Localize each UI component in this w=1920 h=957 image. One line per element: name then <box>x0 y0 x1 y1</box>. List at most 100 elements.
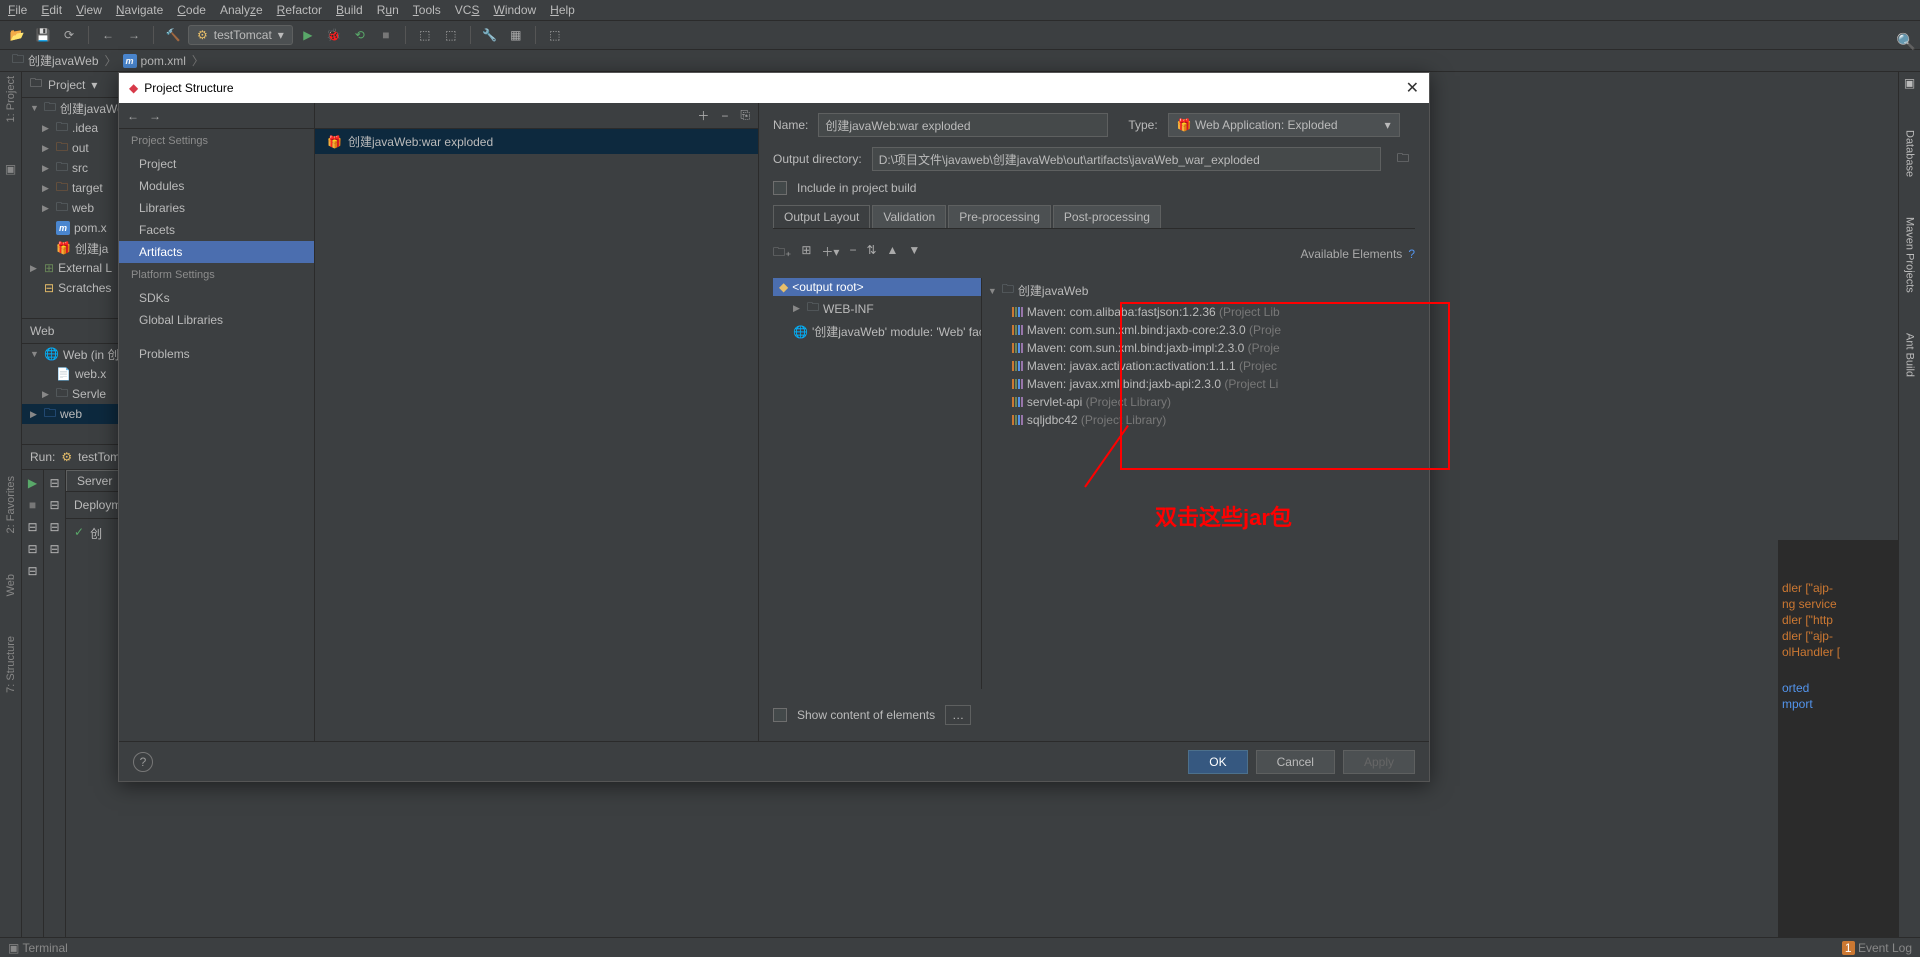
show-content-checkbox[interactable] <box>773 708 787 722</box>
forward-icon[interactable]: → <box>123 24 145 46</box>
tool-icon[interactable]: ⊟ <box>49 542 59 556</box>
tool-icon[interactable]: ⊟ <box>49 520 59 534</box>
search-icon[interactable]: 🔍 <box>1896 32 1916 52</box>
tree-item[interactable]: ▼🗀 创建javaWeb <box>982 278 1415 303</box>
library-item[interactable]: Maven: com.sun.xml.bind:jaxb-impl:2.3.0 … <box>982 339 1415 357</box>
side-tab-structure[interactable]: 7: Structure <box>5 636 17 693</box>
cancel-button[interactable]: Cancel <box>1256 750 1335 774</box>
tool-icon[interactable]: ⊟ <box>27 564 37 578</box>
tab-server[interactable]: Server <box>66 470 123 491</box>
close-icon[interactable]: ✕ <box>1406 78 1419 98</box>
browse-icon[interactable]: 🗀 <box>1391 149 1415 170</box>
tab-preprocessing[interactable]: Pre-processing <box>948 205 1051 228</box>
tab-postprocessing[interactable]: Post-processing <box>1053 205 1161 228</box>
build-icon[interactable]: 🔨 <box>162 24 184 46</box>
breadcrumb-file[interactable]: m pom.xml <box>119 54 190 68</box>
debug-icon[interactable]: 🐞 <box>323 24 345 46</box>
side-tab-maven[interactable]: Maven Projects <box>1904 217 1916 293</box>
tool-icon[interactable]: ⊞ <box>801 243 811 264</box>
outdir-input[interactable] <box>872 147 1381 171</box>
tab-output-layout[interactable]: Output Layout <box>773 205 870 228</box>
sidebar-item-modules[interactable]: Modules <box>119 175 314 197</box>
menu-navigate[interactable]: Navigate <box>116 3 163 17</box>
coverage-icon[interactable]: ⟲ <box>349 24 371 46</box>
tool-icon[interactable]: ⬚ <box>414 24 436 46</box>
forward-icon[interactable]: → <box>149 109 161 123</box>
side-tab-web[interactable]: Web <box>5 574 17 596</box>
tool-icon[interactable]: ⊟ <box>27 542 37 556</box>
type-dropdown[interactable]: 🎁 Web Application: Exploded ▾ <box>1168 113 1400 137</box>
tool-icon[interactable]: ⊟ <box>27 520 37 534</box>
tool2-icon[interactable]: ⬚ <box>440 24 462 46</box>
library-item[interactable]: Maven: com.alibaba:fastjson:1.2.36 (Proj… <box>982 303 1415 321</box>
library-item[interactable]: Maven: javax.xml.bind:jaxb-api:2.3.0 (Pr… <box>982 375 1415 393</box>
sidebar-item-facets[interactable]: Facets <box>119 219 314 241</box>
run-icon[interactable]: ▶ <box>297 24 319 46</box>
up-icon[interactable]: ▲ <box>887 243 899 264</box>
menu-window[interactable]: Window <box>493 3 536 17</box>
sidebar-item-project[interactable]: Project <box>119 153 314 175</box>
remove-icon[interactable]: − <box>849 243 856 264</box>
library-item[interactable]: Maven: javax.activation:activation:1.1.1… <box>982 357 1415 375</box>
save-icon[interactable]: 💾 <box>32 24 54 46</box>
back-icon[interactable]: ← <box>97 24 119 46</box>
menu-run[interactable]: Run <box>377 3 399 17</box>
artifact-item[interactable]: 🎁 创建javaWeb:war exploded <box>315 129 758 154</box>
more-icon[interactable]: ⬚ <box>544 24 566 46</box>
library-item[interactable]: sqljdbc42 (Project Library) <box>982 411 1415 429</box>
sidebar-item-libraries[interactable]: Libraries <box>119 197 314 219</box>
side-tab-favorites[interactable]: 2: Favorites <box>5 476 17 533</box>
db-icon[interactable]: ▣ <box>1904 76 1915 90</box>
remove-icon[interactable]: − <box>721 109 728 123</box>
menu-vcs[interactable]: VCS <box>455 3 480 17</box>
menu-tools[interactable]: Tools <box>413 3 441 17</box>
copy-icon[interactable]: ⎘ <box>740 108 750 123</box>
eventlog-tab[interactable]: 1 Event Log <box>1842 941 1912 955</box>
terminal-tab[interactable]: ▣ Terminal <box>8 941 68 955</box>
more-icon[interactable]: … <box>945 705 971 725</box>
help-icon[interactable]: ? <box>1408 247 1415 261</box>
add-icon[interactable]: ＋▾ <box>821 243 839 264</box>
down-icon[interactable]: ▼ <box>908 243 920 264</box>
menu-edit[interactable]: Edit <box>41 3 62 17</box>
bookmark-icon[interactable]: ▣ <box>5 162 16 176</box>
wrench-icon[interactable]: 🔧 <box>479 24 501 46</box>
run-config-dropdown[interactable]: ⚙ testTomcat ▾ <box>188 25 293 45</box>
side-tab-project[interactable]: 1: Project <box>5 76 17 122</box>
sidebar-item-sdks[interactable]: SDKs <box>119 287 314 309</box>
menu-build[interactable]: Build <box>336 3 363 17</box>
include-checkbox[interactable] <box>773 181 787 195</box>
menu-analyze[interactable]: Analyze <box>220 3 263 17</box>
tree-item[interactable]: 🌐 '创建javaWeb' module: 'Web' facet resour… <box>773 321 981 342</box>
tree-item[interactable]: ▶🗀 WEB-INF <box>773 296 981 321</box>
library-item[interactable]: servlet-api (Project Library) <box>982 393 1415 411</box>
tab-validation[interactable]: Validation <box>872 205 946 228</box>
structure-icon[interactable]: ▦ <box>505 24 527 46</box>
sidebar-item-artifacts[interactable]: Artifacts <box>119 241 314 263</box>
apply-button[interactable]: Apply <box>1343 750 1415 774</box>
tool-icon[interactable]: ⊟ <box>49 476 59 490</box>
refresh-icon[interactable]: ⟳ <box>58 24 80 46</box>
sidebar-item-global-libraries[interactable]: Global Libraries <box>119 309 314 331</box>
side-tab-database[interactable]: Database <box>1904 130 1916 177</box>
menu-help[interactable]: Help <box>550 3 575 17</box>
menu-code[interactable]: Code <box>177 3 206 17</box>
side-tab-ant[interactable]: Ant Build <box>1904 333 1916 377</box>
back-icon[interactable]: ← <box>127 109 139 123</box>
open-icon[interactable]: 📂 <box>6 24 28 46</box>
rerun-icon[interactable]: ▶ <box>28 476 37 490</box>
sort-icon[interactable]: ⇅ <box>866 243 876 264</box>
tool-icon[interactable]: ⊟ <box>49 498 59 512</box>
add-icon[interactable]: ＋ <box>697 107 709 124</box>
name-input[interactable] <box>818 113 1108 137</box>
menu-refactor[interactable]: Refactor <box>277 3 322 17</box>
help-icon[interactable]: ? <box>133 752 153 772</box>
output-root[interactable]: ◆ <output root> <box>773 278 981 296</box>
menu-file[interactable]: File <box>8 3 27 17</box>
new-folder-icon[interactable]: 🗀₊ <box>773 243 791 264</box>
menu-view[interactable]: View <box>76 3 102 17</box>
stop-icon[interactable]: ■ <box>375 24 397 46</box>
ok-button[interactable]: OK <box>1188 750 1247 774</box>
chevron-down-icon[interactable]: ▾ <box>91 78 97 92</box>
breadcrumb-project[interactable]: 🗀 创建javaWeb <box>8 50 103 71</box>
